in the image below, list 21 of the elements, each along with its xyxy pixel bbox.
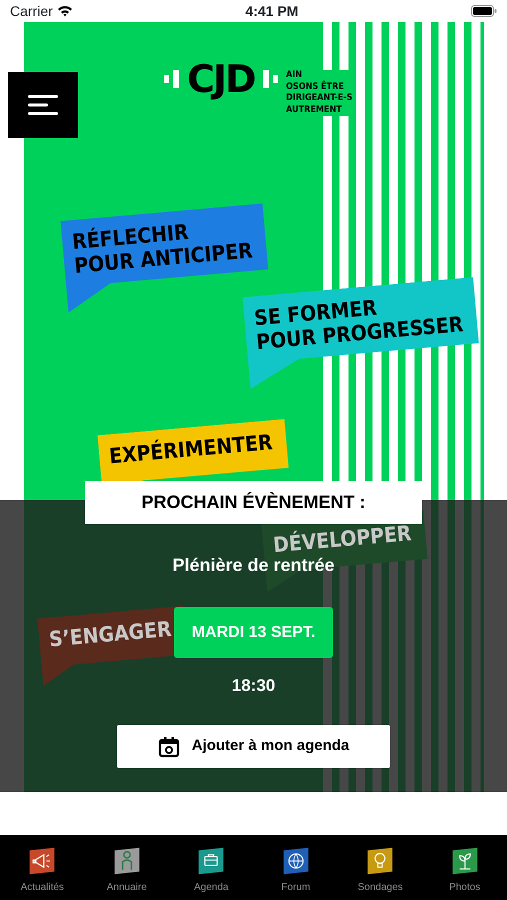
battery-icon: [470, 5, 497, 17]
tab-item[interactable]: Forum: [254, 835, 338, 900]
status-time: 4:41 PM: [245, 2, 298, 20]
logo: CJD: [164, 60, 278, 98]
tab-item[interactable]: Actualités: [0, 835, 84, 900]
banner-text: DÉVELOPPER: [272, 521, 412, 558]
tab-item[interactable]: Agenda: [169, 835, 254, 900]
banner-text: S’ENGAGER: [48, 616, 172, 652]
banner-text: EXPÉRIMENTER: [108, 430, 274, 468]
tab-item[interactable]: Photos: [422, 835, 507, 900]
wifi-icon: [56, 5, 73, 17]
tab-item[interactable]: Sondages: [338, 835, 422, 900]
calendar-icon: [158, 736, 180, 758]
add-to-calendar-button[interactable]: Ajouter à mon agenda: [117, 725, 390, 768]
tab-item[interactable]: Annuaire: [84, 835, 169, 900]
menu-button[interactable]: [8, 72, 78, 138]
event-heading: PROCHAIN ÉVÈNEMENT :: [85, 481, 422, 524]
event-time: 18:30: [232, 675, 276, 697]
event-name: Plénière de rentrée: [172, 555, 335, 575]
menu-icon: [28, 94, 58, 116]
carrier-name: Carrier: [10, 2, 53, 20]
